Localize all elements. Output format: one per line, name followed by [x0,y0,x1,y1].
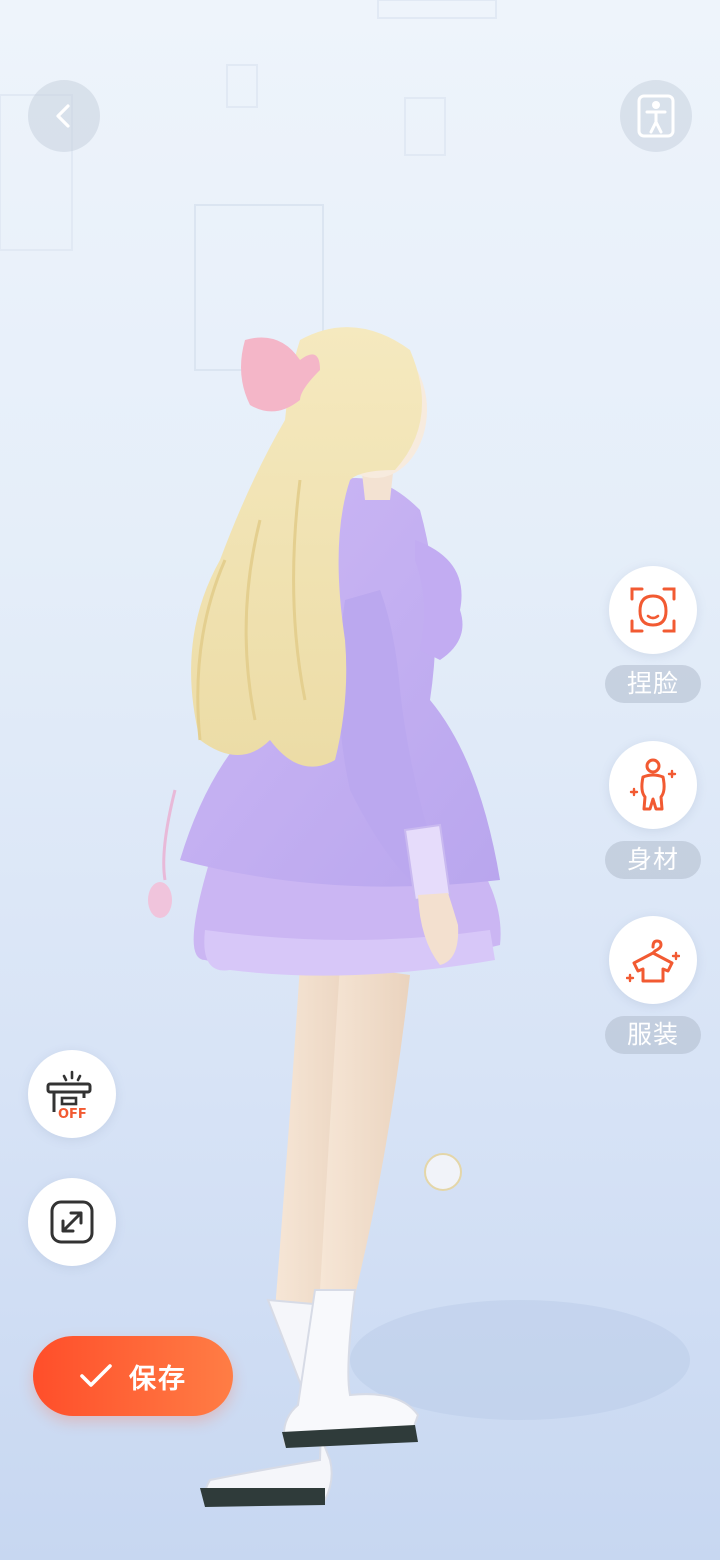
face-edit-button[interactable] [609,566,697,654]
stage-off-badge: OFF [58,1107,87,1120]
fullscreen-button[interactable] [28,1178,116,1266]
pose-button[interactable] [620,80,692,152]
chevron-left-icon [56,104,70,128]
face-scan-icon [630,587,676,633]
clothes-edit-button[interactable] [609,916,697,1004]
drag-handle-dot[interactable] [424,1153,462,1191]
body-edit-label[interactable]: 身材 [605,841,701,879]
clothes-hanger-icon [626,939,680,983]
clothes-edit-label[interactable]: 服装 [605,1016,701,1054]
expand-icon [50,1200,94,1244]
back-button[interactable] [28,80,100,152]
save-label: 保存 [129,1363,187,1395]
check-icon [80,1364,112,1387]
stage-light-icon: OFF [46,1070,92,1120]
stage-toggle-button[interactable]: OFF [28,1050,116,1138]
person-standing-icon [637,94,675,138]
body-edit-button[interactable] [609,741,697,829]
face-edit-label[interactable]: 捏脸 [605,665,701,703]
body-figure-icon [629,758,677,811]
save-button[interactable]: 保存 [33,1336,233,1416]
